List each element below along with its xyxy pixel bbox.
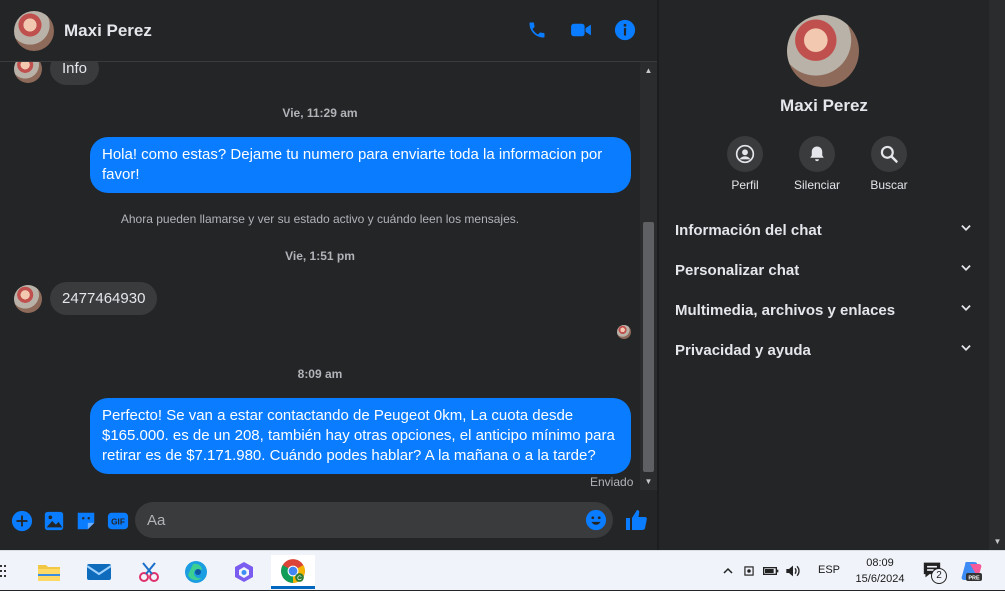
panel-contact-name: Maxi Perez <box>780 96 868 115</box>
incoming-message: Info <box>14 62 100 85</box>
incoming-message: 2477464930 <box>14 282 158 315</box>
outgoing-message-bubble[interactable]: Perfecto! Se van a estar contactando de … <box>90 398 631 474</box>
svg-text:C: C <box>297 575 302 582</box>
message-list[interactable]: Info Vie, 11:29 am Hola! como estas? Dej… <box>0 62 640 492</box>
phone-icon[interactable] <box>525 18 549 42</box>
edge-icon[interactable] <box>174 555 218 589</box>
contact-avatar[interactable] <box>14 10 54 51</box>
clock-time: 08:09 <box>866 557 894 569</box>
search-icon[interactable] <box>871 136 907 172</box>
emoji-icon[interactable] <box>585 509 607 531</box>
svg-text:PRE: PRE <box>968 576 980 582</box>
panel-actions: Perfil Silenciar Buscar <box>719 136 915 192</box>
location-icon[interactable] <box>738 564 760 578</box>
search-button[interactable]: Buscar <box>863 136 915 192</box>
delivery-status: Enviado <box>590 475 634 489</box>
profile-label: Perfil <box>731 178 759 192</box>
clock-date: 15/6/2024 <box>855 573 905 585</box>
copilot-pre-icon[interactable]: PRE <box>960 559 984 583</box>
notification-count-badge: 2 <box>931 568 947 584</box>
copilot-icon[interactable] <box>222 555 266 589</box>
section-label: Información del chat <box>675 221 822 239</box>
windows-taskbar: C ESP 08:09 15/6/2024 2 PRE <box>0 550 1005 590</box>
svg-text:GIF: GIF <box>111 518 125 527</box>
message-timestamp: 8:09 am <box>297 367 343 381</box>
battery-icon[interactable] <box>760 565 782 577</box>
info-icon[interactable] <box>613 18 637 42</box>
message-input[interactable] <box>135 502 613 538</box>
panel-scrollbar[interactable]: ▼ <box>989 0 1005 550</box>
section-label: Personalizar chat <box>675 261 800 279</box>
snipping-tool-icon[interactable] <box>127 555 171 589</box>
chevron-down-icon <box>959 341 973 359</box>
messenger-window: Maxi Perez Info Vie, 11:29 am Hola! como… <box>0 0 1005 550</box>
contact-avatar-small <box>14 62 42 83</box>
sticker-icon[interactable] <box>74 509 98 533</box>
section-customize-chat[interactable]: Personalizar chat <box>659 250 989 290</box>
mute-button[interactable]: Silenciar <box>791 136 843 192</box>
panel-sections: Información del chat Personalizar chat M… <box>659 210 989 370</box>
scroll-thumb[interactable] <box>643 222 654 472</box>
search-label: Buscar <box>870 178 908 192</box>
section-label: Privacidad y ayuda <box>675 341 811 359</box>
clock[interactable]: 08:09 15/6/2024 <box>846 555 914 587</box>
chevron-down-icon <box>959 261 973 279</box>
header-actions <box>525 18 637 42</box>
section-label: Multimedia, archivos y enlaces <box>675 301 896 319</box>
profile-button[interactable]: Perfil <box>719 136 771 192</box>
language-indicator[interactable]: ESP <box>818 564 840 576</box>
message-bubble[interactable]: 2477464930 <box>50 282 158 315</box>
scroll-down-arrow-icon[interactable]: ▼ <box>989 533 1005 550</box>
messages-scrollbar[interactable]: ▲ ▼ <box>640 62 657 490</box>
taskbar-edge-grip-icon <box>0 563 6 579</box>
message-bubble[interactable]: Info <box>50 62 100 85</box>
chat-info-panel: Maxi Perez Perfil Silenciar Buscar Infor… <box>659 0 989 550</box>
system-notice: Ahora pueden llamarse y ver su estado ac… <box>120 212 520 226</box>
scroll-down-arrow-icon[interactable]: ▼ <box>640 473 657 490</box>
bell-icon[interactable] <box>799 136 835 172</box>
video-camera-icon[interactable] <box>569 18 593 42</box>
panel-avatar[interactable] <box>787 15 859 87</box>
system-tray <box>718 551 804 591</box>
message-timestamp: Vie, 11:29 am <box>282 106 358 120</box>
chat-header: Maxi Perez <box>0 0 657 62</box>
composer: GIF <box>0 492 657 550</box>
plus-icon[interactable] <box>10 509 34 533</box>
contact-name[interactable]: Maxi Perez <box>64 21 152 41</box>
image-icon[interactable] <box>42 509 66 533</box>
message-timestamp: Vie, 1:51 pm <box>285 249 355 263</box>
seen-avatar-indicator <box>617 325 631 339</box>
thumbs-up-icon[interactable] <box>624 508 648 532</box>
chrome-icon[interactable]: C <box>271 555 315 589</box>
file-explorer-icon[interactable] <box>27 555 71 589</box>
volume-icon[interactable] <box>782 564 804 578</box>
chevron-down-icon <box>959 221 973 239</box>
outgoing-message-bubble[interactable]: Hola! como estas? Dejame tu numero para … <box>90 137 631 193</box>
section-privacy-help[interactable]: Privacidad y ayuda <box>659 330 989 370</box>
chevron-down-icon <box>959 301 973 319</box>
chevron-up-icon[interactable] <box>718 565 738 577</box>
section-chat-info[interactable]: Información del chat <box>659 210 989 250</box>
mail-icon[interactable] <box>77 555 121 589</box>
profile-icon[interactable] <box>727 136 763 172</box>
mute-label: Silenciar <box>793 178 841 192</box>
notifications-icon[interactable]: 2 <box>922 561 948 585</box>
contact-avatar-small <box>14 284 42 313</box>
section-media-files-links[interactable]: Multimedia, archivos y enlaces <box>659 290 989 330</box>
gif-icon[interactable]: GIF <box>106 509 130 533</box>
scroll-up-arrow-icon[interactable]: ▲ <box>640 62 657 79</box>
